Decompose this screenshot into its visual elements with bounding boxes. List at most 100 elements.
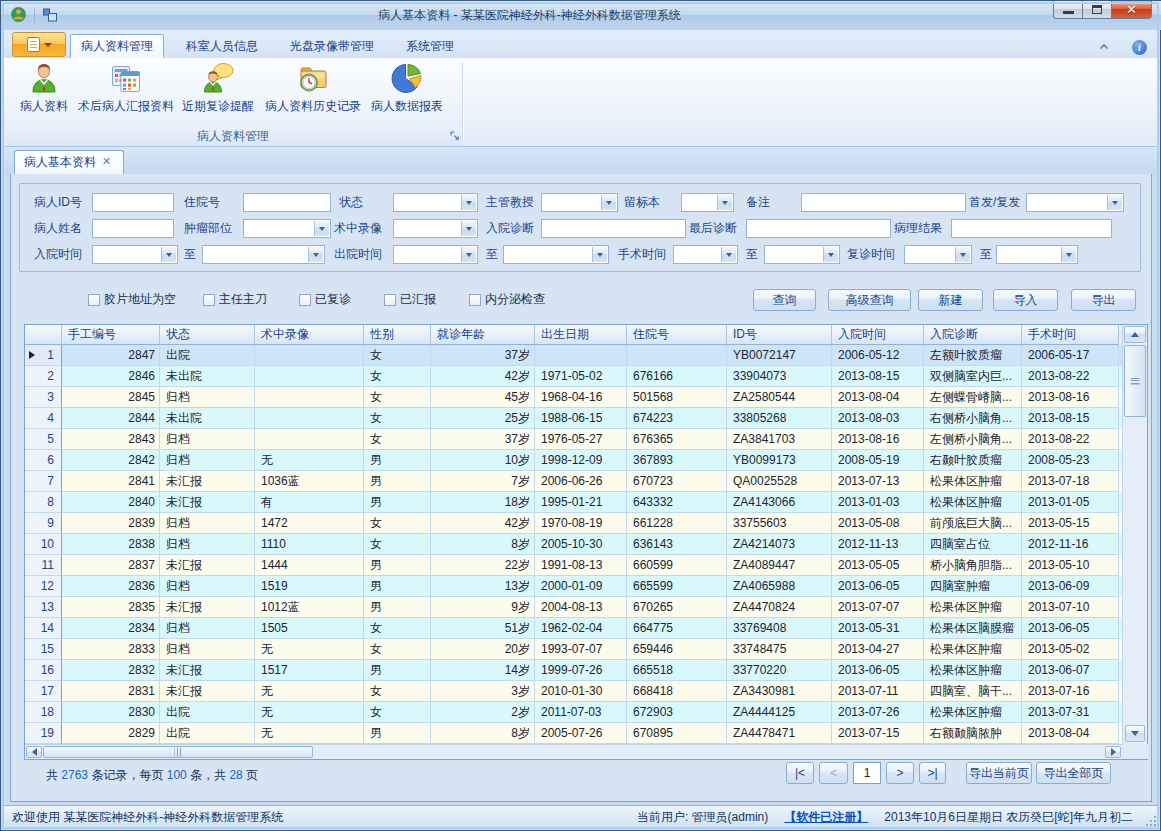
- table-row[interactable]: 182830出院无女2岁2011-07-03672903ZA4444125201…: [25, 702, 1122, 723]
- table-row[interactable]: 112837未汇报1444男22岁1991-08-13660599ZA40894…: [25, 555, 1122, 576]
- search-input-r2-1[interactable]: [92, 219, 174, 238]
- maximize-button[interactable]: [1083, 1, 1112, 19]
- table-row[interactable]: 42844未出院女25岁1988-06-15674223338052682013…: [25, 408, 1122, 429]
- scroll-up-button[interactable]: [1124, 326, 1146, 343]
- export-all-pages-button[interactable]: 导出全部页: [1036, 762, 1111, 784]
- grid-column-header[interactable]: 住院号: [627, 325, 727, 345]
- scroll-down-button[interactable]: [1125, 725, 1145, 742]
- table-row[interactable]: 132835未汇报1012蓝男9岁2004-08-13670265ZA44708…: [25, 597, 1122, 618]
- status-registered-link[interactable]: 【软件已注册】: [784, 806, 868, 829]
- ribbon-button-data-reports[interactable]: 病人数据报表: [366, 60, 448, 115]
- table-row[interactable]: 192829出院无男8岁2005-07-26670895ZA4478471201…: [25, 723, 1122, 744]
- table-row[interactable]: 172831未汇报无女3岁2010-01-30668418ZA343098120…: [25, 681, 1122, 702]
- combo-arrow-icon[interactable]: [955, 247, 970, 262]
- search-combo-r1-4[interactable]: [541, 193, 618, 212]
- search-input-r1-6[interactable]: [801, 193, 966, 212]
- combo-arrow-icon[interactable]: [721, 247, 736, 262]
- search-combo-r1-3[interactable]: [393, 193, 478, 212]
- collapse-ribbon-icon[interactable]: [1098, 41, 1110, 55]
- search-input-r1-2[interactable]: [243, 193, 331, 212]
- combo-arrow-icon[interactable]: [461, 221, 476, 236]
- filter-checkbox-3[interactable]: 已复诊: [299, 291, 351, 308]
- minimize-button[interactable]: [1053, 1, 1083, 19]
- table-row[interactable]: 22846未出院女42岁1971-05-02676166339040732013…: [25, 366, 1122, 387]
- combo-arrow-icon[interactable]: [1107, 195, 1122, 210]
- search-combo-r3-8[interactable]: [996, 245, 1078, 264]
- combo-arrow-icon[interactable]: [161, 247, 176, 262]
- search-combo-r3-1[interactable]: [92, 245, 178, 264]
- grid-column-header[interactable]: ID号: [727, 325, 832, 345]
- table-row[interactable]: 142834归档1505女51岁1962-02-0466477533769408…: [25, 618, 1122, 639]
- horizontal-scrollbar[interactable]: [25, 744, 1122, 759]
- search-combo-r3-3[interactable]: [393, 245, 478, 264]
- combo-arrow-icon[interactable]: [461, 247, 476, 262]
- info-icon[interactable]: i: [1132, 40, 1147, 55]
- dialog-launcher-icon[interactable]: [450, 131, 462, 143]
- close-tab-icon[interactable]: ✕: [102, 156, 114, 168]
- filter-checkbox-2[interactable]: 主任主刀: [203, 291, 267, 308]
- scroll-left-button[interactable]: [26, 746, 42, 758]
- combo-arrow-icon[interactable]: [314, 221, 329, 236]
- tab-patient-basic-data[interactable]: 病人基本资料 ✕: [14, 150, 124, 174]
- table-row[interactable]: 92839归档1472女42岁1970-08-19661228337556032…: [25, 513, 1122, 534]
- search-combo-r2-2[interactable]: [243, 219, 331, 238]
- next-page-button[interactable]: >: [886, 762, 914, 784]
- table-row[interactable]: 122836归档1519男13岁2000-01-09665599ZA406598…: [25, 576, 1122, 597]
- ribbon-tab-1[interactable]: 病人资料管理: [70, 34, 164, 58]
- ribbon-button-post-op-report[interactable]: 术后病人汇报资料: [80, 60, 172, 115]
- vertical-scroll-thumb[interactable]: [1124, 345, 1146, 417]
- last-page-button[interactable]: >|: [919, 762, 946, 784]
- export-button[interactable]: 导出: [1071, 289, 1136, 311]
- horizontal-scroll-thumb[interactable]: [43, 746, 313, 758]
- app-menu-button[interactable]: [12, 32, 66, 57]
- combo-arrow-icon[interactable]: [717, 195, 732, 210]
- grid-column-header[interactable]: 入院诊断: [924, 325, 1022, 345]
- ribbon-tab-2[interactable]: 科室人员信息: [176, 34, 268, 58]
- query-button[interactable]: 查询: [753, 289, 816, 311]
- search-input-r2-5[interactable]: [746, 219, 891, 238]
- close-button[interactable]: ✕: [1112, 1, 1152, 19]
- ribbon-tab-3[interactable]: 光盘录像带管理: [280, 34, 384, 58]
- ribbon-tab-4[interactable]: 系统管理: [396, 34, 464, 58]
- table-row[interactable]: 62842归档无男10岁1998-12-09367893YB0099173200…: [25, 450, 1122, 471]
- search-input-r1-1[interactable]: [92, 193, 174, 212]
- table-row[interactable]: 72841未汇报1036蓝男7岁2006-06-26670723QA002552…: [25, 471, 1122, 492]
- grid-column-header[interactable]: 入院时间: [832, 325, 924, 345]
- search-combo-r3-5[interactable]: [673, 245, 738, 264]
- grid-column-header[interactable]: 性别: [364, 325, 431, 345]
- page-number-input[interactable]: 1: [853, 762, 881, 784]
- scroll-right-button[interactable]: [1105, 746, 1121, 758]
- grid-column-header[interactable]: 出生日期: [535, 325, 627, 345]
- grid-column-header[interactable]: 手工编号: [62, 325, 160, 345]
- table-row[interactable]: 152833归档无女20岁1993-07-0765944633748475201…: [25, 639, 1122, 660]
- import-button[interactable]: 导入: [993, 289, 1058, 311]
- search-input-r2-6[interactable]: [951, 219, 1112, 238]
- filter-checkbox-1[interactable]: 胶片地址为空: [88, 291, 176, 308]
- resize-grip[interactable]: [1145, 815, 1157, 827]
- grid-column-header[interactable]: 手术时间: [1022, 325, 1119, 345]
- filter-checkbox-4[interactable]: 已汇报: [384, 291, 436, 308]
- prev-page-button[interactable]: <: [819, 762, 848, 784]
- table-row[interactable]: 12847出院女37岁YB00721472006-05-12左额叶胶质瘤2006…: [25, 345, 1122, 366]
- ribbon-button-revisit-reminder[interactable]: 近期复诊提醒: [176, 60, 260, 115]
- search-combo-r3-4[interactable]: [503, 245, 609, 264]
- search-combo-r2-3[interactable]: [393, 219, 478, 238]
- search-combo-r1-7[interactable]: [1026, 193, 1124, 212]
- new-button[interactable]: 新建: [918, 289, 983, 311]
- first-page-button[interactable]: |<: [786, 762, 814, 784]
- grid-column-header[interactable]: 就诊年龄: [431, 325, 535, 345]
- table-row[interactable]: 32845归档女45岁1968-04-16501568ZA25805442013…: [25, 387, 1122, 408]
- ribbon-button-history-records[interactable]: 病人资料历史记录: [264, 60, 362, 115]
- vertical-scrollbar[interactable]: [1122, 325, 1147, 744]
- search-combo-r3-7[interactable]: [904, 245, 972, 264]
- search-input-r2-4[interactable]: [541, 219, 686, 238]
- table-row[interactable]: 162832未汇报1517男14岁1999-07-266655183377022…: [25, 660, 1122, 681]
- advanced-query-button[interactable]: 高级查询: [828, 289, 911, 311]
- grid-column-header[interactable]: 状态: [160, 325, 255, 345]
- search-combo-r1-5[interactable]: [681, 193, 734, 212]
- ribbon-button-patient-data[interactable]: 病人资料: [12, 60, 76, 115]
- combo-arrow-icon[interactable]: [1061, 247, 1076, 262]
- combo-arrow-icon[interactable]: [601, 195, 616, 210]
- export-current-page-button[interactable]: 导出当前页: [966, 762, 1032, 784]
- combo-arrow-icon[interactable]: [308, 247, 323, 262]
